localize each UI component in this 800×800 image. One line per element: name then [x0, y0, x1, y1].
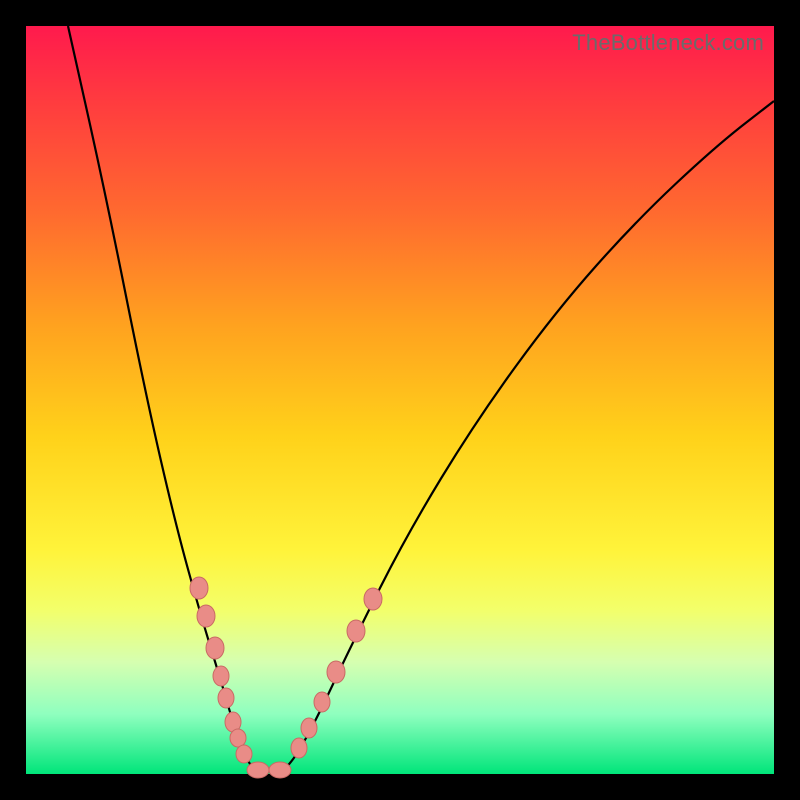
data-point: [269, 762, 291, 778]
curve-right: [281, 101, 774, 771]
data-point: [291, 738, 307, 758]
data-point: [213, 666, 229, 686]
data-point: [364, 588, 382, 610]
data-point: [197, 605, 215, 627]
data-point: [230, 729, 246, 747]
curve-left: [68, 26, 258, 771]
data-point: [190, 577, 208, 599]
data-point: [236, 745, 252, 763]
data-point: [218, 688, 234, 708]
bottleneck-chart: [26, 26, 774, 774]
data-point: [327, 661, 345, 683]
data-point: [247, 762, 269, 778]
chart-frame: TheBottleneck.com: [26, 26, 774, 774]
data-point: [347, 620, 365, 642]
data-point: [301, 718, 317, 738]
data-points: [190, 577, 382, 778]
data-point: [314, 692, 330, 712]
data-point: [206, 637, 224, 659]
watermark-text: TheBottleneck.com: [572, 30, 764, 56]
